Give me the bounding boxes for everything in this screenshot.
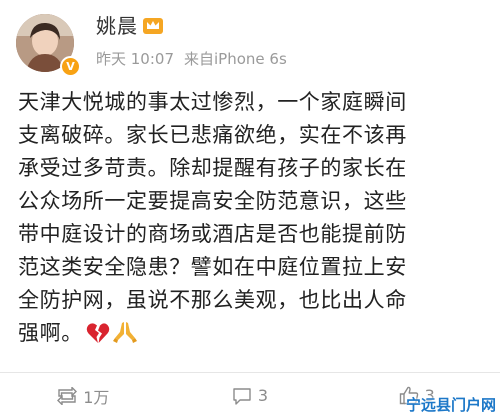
post-timestamp: 昨天 10:07 [96, 50, 174, 68]
content-line: 天津大悦城的事太过惨烈，一个家庭瞬间 [18, 90, 407, 114]
post-content: 天津大悦城的事太过惨烈，一个家庭瞬间 支离破碎。家长已悲痛欲绝，实在不该再 承受… [18, 86, 488, 354]
content-last-line: 强啊。 [18, 317, 488, 354]
comment-icon [233, 387, 251, 405]
username-row: 姚晨 [96, 12, 164, 40]
content-line: 支离破碎。家长已悲痛欲绝，实在不该再 [18, 123, 407, 147]
watermark: 宁远县门户网 [405, 396, 496, 414]
verified-badge-icon: V [60, 56, 81, 77]
content-line: 带中庭设计的商场或酒店是否也能提前防 [18, 222, 407, 246]
content-line: 公众场所一定要提高安全防范意识，这些 [18, 189, 407, 213]
vip-crown-icon [142, 14, 164, 34]
praying-hands-icon [112, 320, 137, 354]
post-source: 来自iPhone 6s [184, 50, 287, 68]
repost-icon [57, 386, 78, 405]
content-line: 全防护网，虽说不那么美观，也比出人命 [18, 288, 407, 312]
comment-button[interactable]: 3 [167, 373, 334, 418]
repost-button[interactable]: 1万 [0, 373, 167, 418]
content-line: 范这类安全隐患？譬如在中庭位置拉上安 [18, 255, 407, 279]
content-line: 承受过多苛责。除却提醒有孩子的家长在 [18, 156, 407, 180]
content-line: 强啊。 [18, 321, 83, 345]
post-meta: 昨天 10:07 来自iPhone 6s [96, 48, 287, 70]
comment-count: 3 [257, 386, 269, 405]
broken-heart-icon [86, 321, 110, 354]
username[interactable]: 姚晨 [96, 14, 138, 38]
repost-count: 1万 [83, 387, 110, 407]
weibo-post: V 姚晨 昨天 10:07 来自iPhone 6s 天津大悦城的事太过惨烈，一个家… [0, 0, 500, 418]
